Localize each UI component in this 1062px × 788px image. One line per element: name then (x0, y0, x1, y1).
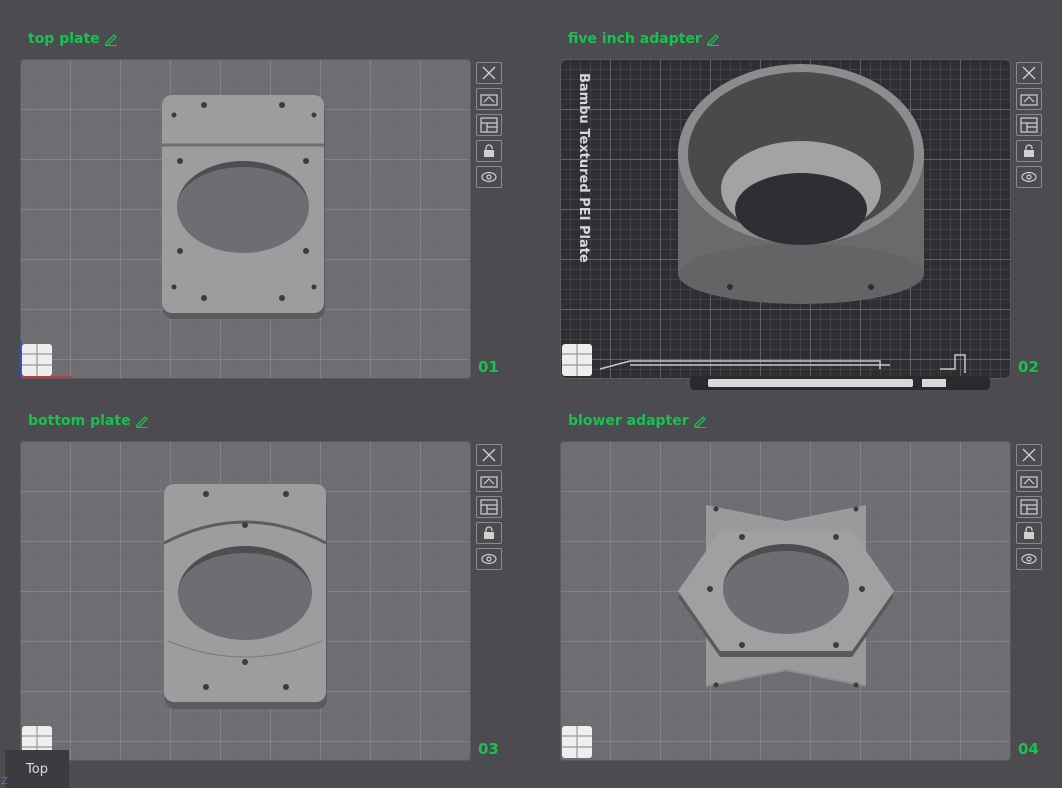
axis-gizmo (20, 341, 72, 378)
close-icon[interactable] (1016, 444, 1042, 466)
plate-name: bottom plate (28, 413, 131, 429)
eye-icon[interactable] (1016, 166, 1042, 188)
plate-name: five inch adapter (568, 31, 702, 47)
close-icon[interactable] (1016, 62, 1042, 84)
edit-pencil-icon[interactable] (135, 414, 149, 428)
plate-name: blower adapter (568, 413, 689, 429)
plate-title-2[interactable]: five inch adapter (568, 30, 720, 48)
edit-pencil-icon[interactable] (706, 32, 720, 46)
plate-toolbar-3 (476, 444, 502, 570)
build-plate-2[interactable]: Bambu Textured PEI Plate (560, 59, 1011, 379)
arrange-icon[interactable] (1016, 114, 1042, 136)
eye-icon[interactable] (476, 166, 502, 188)
view-direction-label[interactable]: Top (5, 750, 69, 788)
axis-gizmo (562, 344, 592, 376)
close-icon[interactable] (476, 444, 502, 466)
axis-gizmo (562, 726, 592, 758)
eye-icon[interactable] (476, 548, 502, 570)
eye-icon[interactable] (1016, 548, 1042, 570)
build-plate-3[interactable] (20, 441, 471, 761)
lock-icon[interactable] (476, 140, 502, 162)
edit-pencil-icon[interactable] (693, 414, 707, 428)
arrange-icon[interactable] (476, 496, 502, 518)
plate-bottom-bar (690, 376, 990, 390)
model-bottom-plate[interactable] (20, 441, 471, 761)
lock-icon[interactable] (1016, 522, 1042, 544)
plate-number-3: 03 (478, 740, 499, 758)
arrange-icon[interactable] (1016, 496, 1042, 518)
model-blower-adapter[interactable] (560, 441, 1011, 761)
close-icon[interactable] (476, 62, 502, 84)
lock-icon[interactable] (1016, 140, 1042, 162)
plate-number-4: 04 (1018, 740, 1039, 758)
auto-orient-icon[interactable] (476, 88, 502, 110)
plate-toolbar-2 (1016, 62, 1042, 188)
plate-toolbar-4 (1016, 444, 1042, 570)
build-plate-4[interactable] (560, 441, 1011, 761)
edit-pencil-icon[interactable] (104, 32, 118, 46)
model-top-plate[interactable] (20, 59, 471, 379)
z-axis-label: Z (1, 776, 8, 787)
plate-number-1: 01 (478, 358, 499, 376)
plate-toolbar-1 (476, 62, 502, 188)
plate-title-3[interactable]: bottom plate (28, 412, 149, 430)
plate-title-1[interactable]: top plate (28, 30, 118, 48)
lock-icon[interactable] (476, 522, 502, 544)
auto-orient-icon[interactable] (1016, 470, 1042, 492)
model-five-inch-adapter[interactable] (560, 59, 1011, 379)
plate-name: top plate (28, 31, 100, 47)
auto-orient-icon[interactable] (476, 470, 502, 492)
plate-title-4[interactable]: blower adapter (568, 412, 707, 430)
plate-number-2: 02 (1018, 358, 1039, 376)
build-plate-1[interactable] (20, 59, 471, 379)
auto-orient-icon[interactable] (1016, 88, 1042, 110)
arrange-icon[interactable] (476, 114, 502, 136)
